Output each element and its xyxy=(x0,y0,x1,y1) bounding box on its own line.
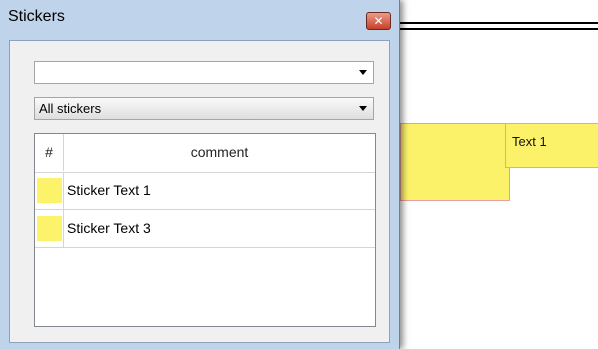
sticker-comment: Sticker Text 3 xyxy=(67,220,151,236)
window-title: Stickers xyxy=(8,8,65,25)
column-header-comment[interactable]: comment xyxy=(64,134,375,171)
stickers-window: Stickers ✕ All stickers # comment Sticke… xyxy=(0,0,400,349)
table-header: # comment xyxy=(35,134,375,173)
stickers-table: # comment Sticker Text 1 Sticker Text 3 xyxy=(34,133,376,327)
close-button[interactable]: ✕ xyxy=(366,12,391,30)
dropdown-arrow-icon[interactable] xyxy=(359,106,367,111)
column-divider xyxy=(63,210,64,247)
sticker-filter-combobox[interactable] xyxy=(34,61,374,84)
column-divider xyxy=(63,172,64,209)
sticker-category-select[interactable]: All stickers xyxy=(34,97,374,120)
column-header-number[interactable]: # xyxy=(35,134,64,171)
document-rule-top xyxy=(396,22,598,24)
sticker-color-swatch xyxy=(37,216,62,241)
table-row[interactable]: Sticker Text 3 xyxy=(35,210,375,248)
close-icon: ✕ xyxy=(373,14,384,28)
window-titlebar[interactable]: Stickers ✕ xyxy=(0,0,399,38)
dropdown-arrow-icon[interactable] xyxy=(359,70,367,75)
document-sticker-large[interactable] xyxy=(400,123,510,201)
sticker-color-swatch xyxy=(37,178,62,203)
window-client-area: All stickers # comment Sticker Text 1 St… xyxy=(9,40,390,343)
document-sticker-text-1[interactable]: Text 1 xyxy=(505,123,598,168)
sticker-category-value: All stickers xyxy=(39,101,102,116)
document-rule-bottom xyxy=(396,28,598,30)
sticker-comment: Sticker Text 1 xyxy=(67,182,151,198)
table-row[interactable]: Sticker Text 1 xyxy=(35,172,375,210)
